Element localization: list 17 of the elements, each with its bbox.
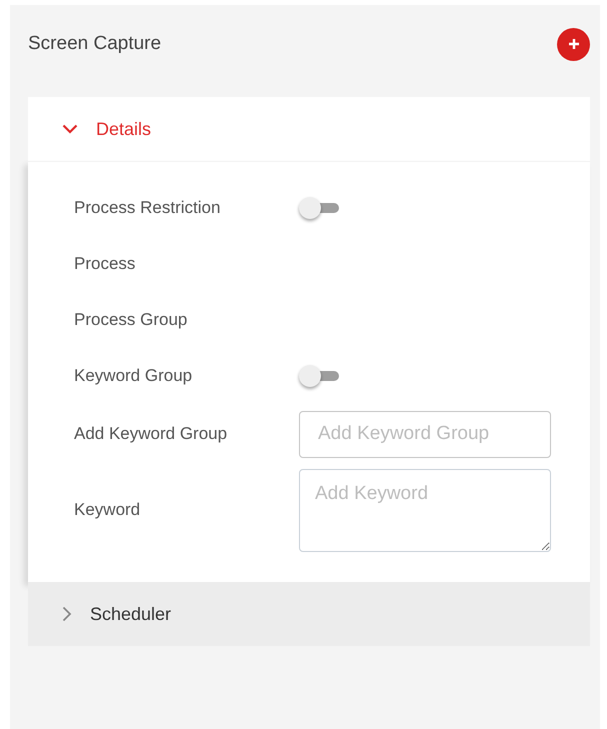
field-label: Keyword [74, 499, 142, 522]
section-header[interactable]: Scheduler [28, 582, 590, 646]
plus-icon [568, 38, 580, 50]
add-button[interactable] [557, 28, 590, 60]
field-label: Process Group [74, 309, 188, 332]
section-header[interactable]: Details [28, 97, 590, 161]
field-label: Process Restriction [74, 197, 222, 220]
keyword-group-field[interactable]: Add Keyword Group [299, 410, 551, 458]
field-label: Process [74, 253, 136, 276]
toggle-switch[interactable] [299, 197, 341, 219]
field-label: Keyword Group [74, 365, 194, 388]
keyword-field[interactable]: Add Keyword [299, 468, 551, 552]
chevron-down-icon [62, 124, 78, 134]
field-label: Add Keyword Group [74, 423, 228, 446]
chevron-right-icon [62, 606, 72, 622]
toggle-switch[interactable] [299, 365, 341, 387]
panel-title: Screen Capture [28, 32, 162, 56]
